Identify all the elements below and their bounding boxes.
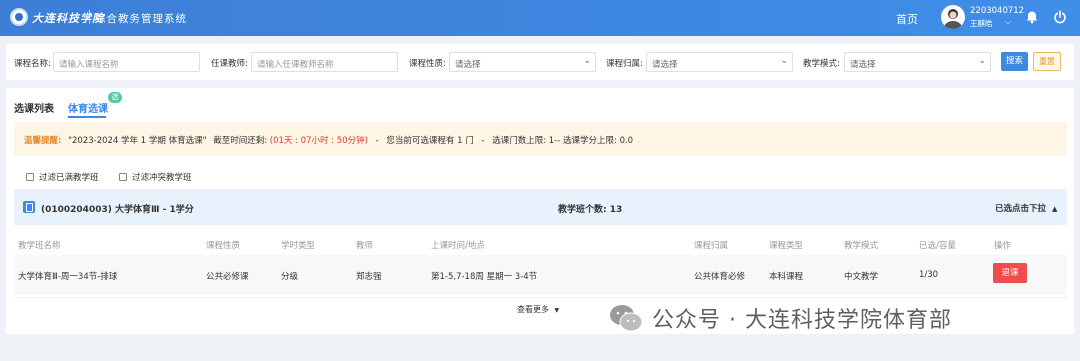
table-row	[14, 255, 1067, 295]
mode-select-value: 请选择	[850, 60, 876, 70]
teacher-label: 任课教师:	[211, 59, 248, 69]
chevron-down-icon: ⌄	[780, 56, 788, 66]
checkbox-icon[interactable]	[119, 173, 127, 181]
book-icon	[23, 201, 35, 213]
tab-badge: 选	[108, 92, 122, 103]
tab-course-list[interactable]: 选课列表	[14, 100, 54, 115]
filter-full-checkbox[interactable]: 过滤已满教学班	[26, 171, 99, 183]
course-header[interactable]: (0100204003) 大学体育Ⅲ - 1学分 教学班个数: 13 已选点击下…	[14, 189, 1067, 225]
course-name-input[interactable]: 请输入课程名称	[53, 52, 200, 72]
checkbox-icon[interactable]	[26, 173, 34, 181]
teacher-input[interactable]: 请输入任课教师名称	[251, 52, 398, 72]
column-header: 教学模式	[844, 241, 879, 251]
course-title: (0100204003) 大学体育Ⅲ - 1学分	[41, 205, 194, 215]
expand-toggle-label: 已选点击下拉	[995, 204, 1047, 214]
power-icon[interactable]	[1053, 10, 1067, 24]
filter-conflict-checkbox[interactable]: 过滤冲突教学班	[119, 171, 192, 183]
column-header: 上课时间/地点	[431, 241, 485, 251]
notice-selectable: 您当前可选课程有 1 门	[386, 136, 474, 146]
cell-type: 本科课程	[769, 272, 804, 282]
column-header: 课程归属	[694, 241, 729, 251]
belong-select-value: 请选择	[652, 60, 678, 70]
belong-label: 课程归属:	[606, 59, 643, 69]
drop-course-button[interactable]: 退课	[993, 263, 1027, 283]
column-header: 课程性质	[206, 241, 241, 251]
chevron-down-icon: ⌄	[978, 56, 986, 66]
bell-icon[interactable]	[1025, 10, 1039, 24]
notice-countdown: (01天 : 07小时 : 50分钟)	[269, 136, 368, 146]
filter-full-label: 过滤已满教学班	[39, 173, 99, 183]
view-more-label: 查看更多	[517, 305, 549, 314]
belong-select[interactable]: 请选择 ⌄	[646, 52, 793, 72]
notice-term: "2023-2024 学年 1 学期 体育选课"	[68, 136, 207, 146]
top-header: 大连科技学院 综合教务管理系统 首页 2203040712 王麒皓 ⌵	[0, 0, 1080, 36]
mode-select[interactable]: 请选择 ⌄	[844, 52, 991, 72]
cell-capacity: 1/30	[919, 270, 939, 280]
search-button[interactable]: 搜索	[1001, 52, 1028, 71]
notice-deadline-label: 截至时间还剩:	[213, 136, 268, 146]
cell-class-name: 大学体育Ⅲ-周一34节-排球	[18, 272, 118, 282]
column-header: 教师	[356, 241, 374, 251]
cell-nature: 公共必修课	[206, 272, 249, 282]
reset-button[interactable]: 重置	[1033, 52, 1061, 71]
notice-banner: 温馨提醒: "2023-2024 学年 1 学期 体育选课" 截至时间还剩: (…	[14, 122, 1067, 156]
tab-pe-selection[interactable]: 体育选课	[68, 100, 108, 115]
class-count: 教学班个数: 13	[558, 205, 623, 215]
user-name[interactable]: 王麒皓	[970, 18, 993, 29]
column-header: 教学班名称	[18, 241, 61, 251]
caret-up-icon: ▲	[1051, 205, 1058, 213]
notice-prefix: 温馨提醒:	[24, 136, 62, 146]
active-tab-indicator	[68, 116, 106, 118]
chevron-down-icon[interactable]: ⌵	[1005, 17, 1011, 27]
wechat-icon	[610, 305, 643, 332]
user-id[interactable]: 2203040712	[970, 6, 1024, 16]
column-header: 课程类型	[769, 241, 804, 251]
filter-conflict-label: 过滤冲突教学班	[132, 173, 192, 183]
nav-home-link[interactable]: 首页	[896, 11, 918, 27]
nature-select-value: 请选择	[455, 60, 481, 70]
nature-label: 课程性质:	[409, 59, 446, 69]
watermark-text: 公众号 · 大连科技学院体育部	[652, 308, 952, 333]
notice-text: 温馨提醒: "2023-2024 学年 1 学期 体育选课" 截至时间还剩: (…	[24, 136, 634, 146]
cell-time-place: 第1-5,7-18周 星期一 3-4节	[431, 272, 538, 282]
cell-teacher: 郑志强	[356, 272, 382, 282]
school-name: 大连科技学院	[32, 12, 104, 25]
course-name-label: 课程名称:	[14, 59, 51, 69]
notice-limits: 选课门数上限: 1-- 选课学分上限: 0.0	[492, 136, 634, 146]
system-name: 综合教务管理系统	[95, 13, 187, 25]
caret-down-icon: ▼	[554, 307, 560, 314]
column-header: 已选/容量	[919, 241, 956, 251]
avatar[interactable]	[941, 5, 965, 29]
mode-label: 教学模式:	[803, 59, 840, 69]
school-logo-icon	[10, 8, 28, 26]
cell-hour-type: 分级	[281, 272, 299, 282]
column-header: 学时类型	[281, 241, 316, 251]
view-more-link[interactable]: 查看更多 ▼	[517, 304, 559, 315]
nature-select[interactable]: 请选择 ⌄	[449, 52, 596, 72]
expand-toggle[interactable]: 已选点击下拉 ▲	[995, 202, 1057, 214]
cell-belong: 公共体育必修	[694, 272, 746, 282]
header-divider	[89, 10, 90, 24]
chevron-down-icon: ⌄	[583, 56, 591, 66]
column-header: 操作	[994, 241, 1012, 251]
cell-mode: 中文教学	[844, 272, 879, 282]
